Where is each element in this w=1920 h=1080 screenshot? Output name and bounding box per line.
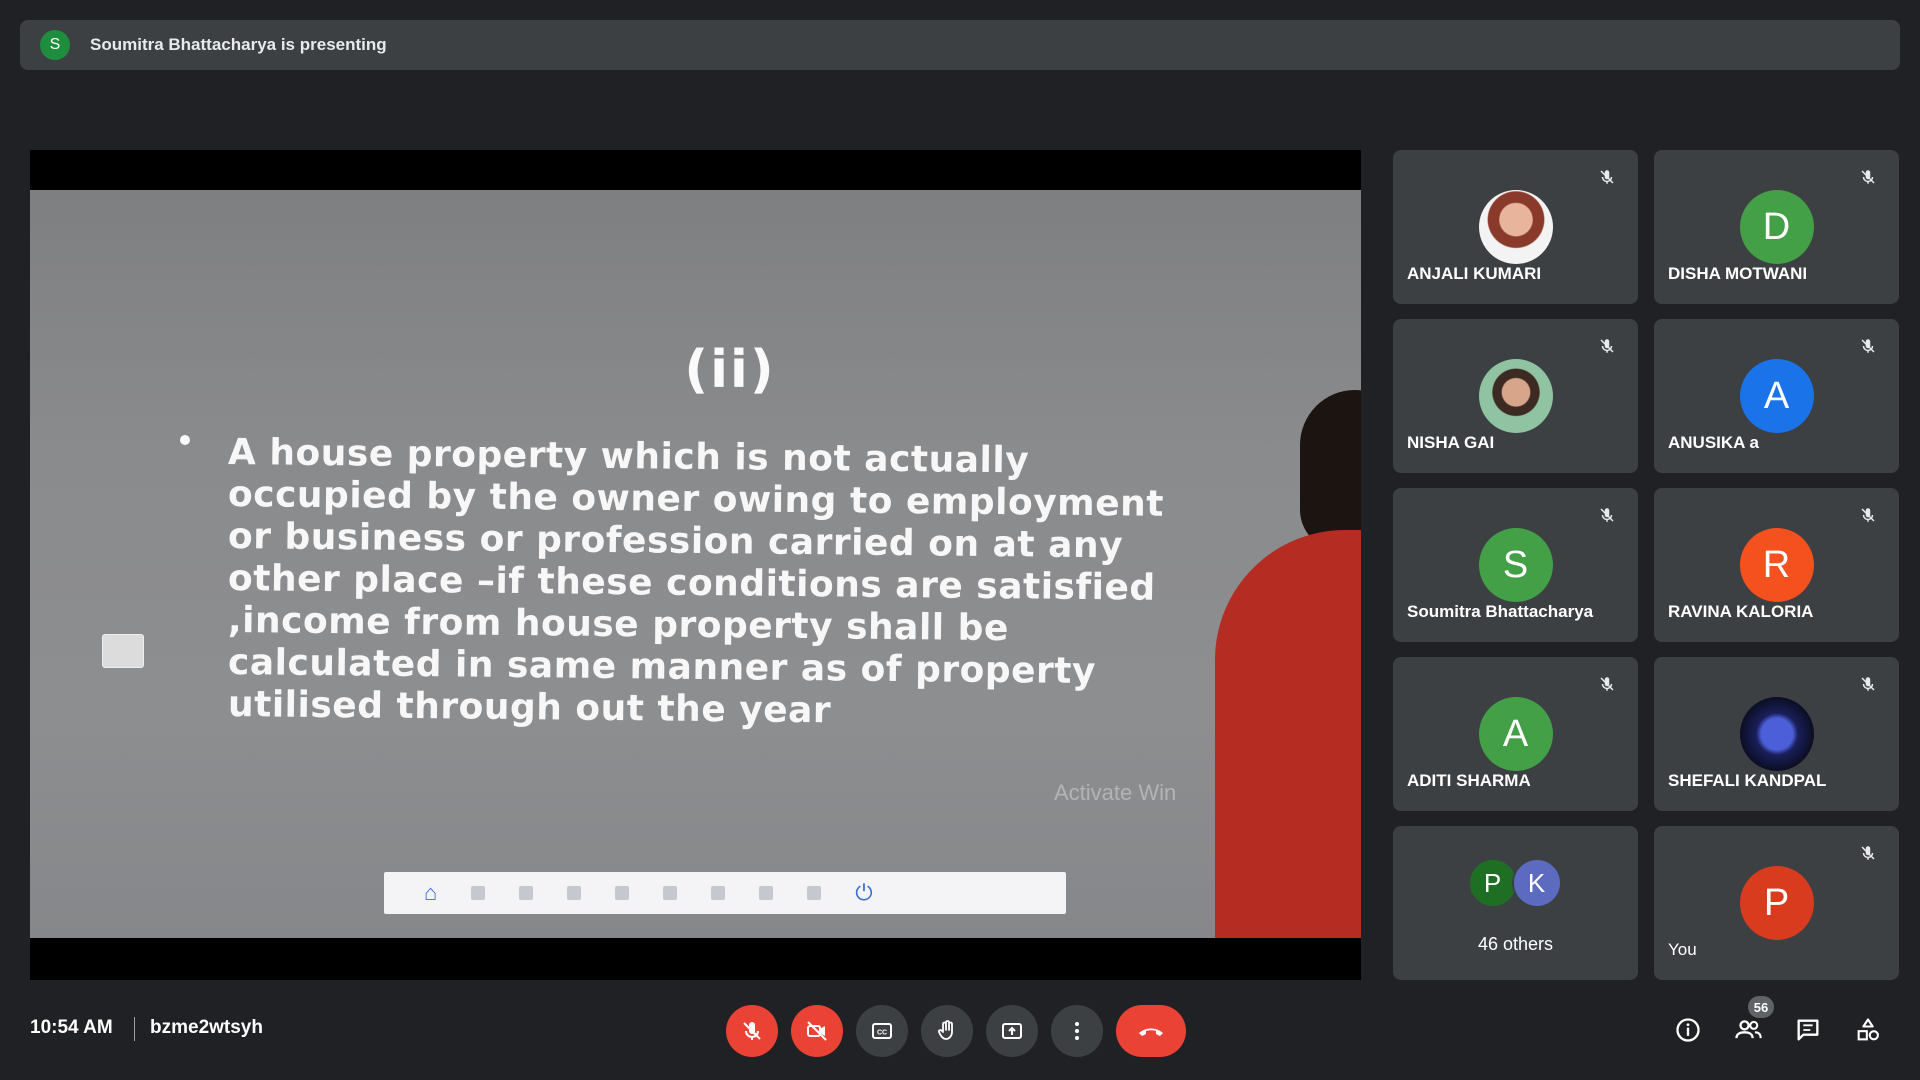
participant-avatar: A <box>1739 359 1814 433</box>
participant-name: RAVINA KALORIA <box>1668 602 1814 621</box>
participant-tile[interactable]: S Soumitra Bhattacharya <box>1393 488 1638 642</box>
toolbar-icon <box>759 886 774 900</box>
presenting-text: Soumitra Bhattacharya is presenting <box>90 35 387 54</box>
activities-button[interactable] <box>1852 1014 1884 1046</box>
captions-icon: CC <box>872 1023 892 1039</box>
mic-off-icon <box>1855 502 1881 528</box>
leave-call-button[interactable] <box>1116 1005 1186 1057</box>
presenter-figure <box>1215 390 1361 938</box>
others-count-label: 46 others <box>1477 934 1554 954</box>
participant-avatar <box>1739 697 1814 771</box>
participant-avatar: D <box>1739 190 1814 264</box>
pause-icon <box>663 886 678 900</box>
mic-off-icon <box>1594 671 1620 697</box>
self-name: You <box>1668 940 1697 959</box>
mic-off-icon <box>1855 333 1881 359</box>
mic-off-icon <box>1855 671 1881 697</box>
participant-tile[interactable]: NISHA GAI <box>1393 319 1638 473</box>
activation-watermark: Activate Win <box>1054 780 1177 805</box>
slide-text: A house property which is not actually o… <box>228 432 1164 731</box>
more-vert-icon <box>1075 1022 1079 1040</box>
participant-name: ANUSIKA a <box>1668 433 1759 452</box>
presenter-head <box>1300 390 1361 550</box>
home-icon: ⌂ <box>424 880 438 905</box>
toolbar-icon <box>519 886 534 900</box>
participant-tile[interactable]: A ADITI SHARMA <box>1393 657 1638 811</box>
slide-navigation-box <box>102 634 144 668</box>
divider <box>134 1017 135 1041</box>
toolbar-icon <box>807 886 822 900</box>
presenter-body <box>1215 530 1361 938</box>
slide-bullet <box>180 435 190 445</box>
present-icon <box>1002 1023 1022 1039</box>
activities-icon <box>1857 1018 1879 1041</box>
info-icon <box>1676 1018 1700 1042</box>
participant-name: DISHA MOTWANI <box>1668 264 1808 283</box>
power-icon: ⏻ <box>855 880 873 905</box>
others-avatar: P <box>1467 858 1518 908</box>
mic-off-icon <box>1855 840 1881 866</box>
more-options-button[interactable] <box>1051 1005 1103 1057</box>
people-icon <box>1735 1020 1762 1039</box>
participant-tile[interactable]: R RAVINA KALORIA <box>1654 488 1899 642</box>
participant-tile[interactable]: D DISHA MOTWANI <box>1654 150 1899 304</box>
participant-name: SHEFALI KANDPAL <box>1668 771 1827 790</box>
present-now-button[interactable] <box>986 1005 1038 1057</box>
presenter-avatar: S <box>40 30 70 60</box>
hang-up-icon <box>1139 1028 1163 1036</box>
people-count-badge: 56 <box>1748 996 1774 1018</box>
mic-off-icon <box>1594 164 1620 190</box>
participant-avatar <box>1478 359 1553 433</box>
participant-name: NISHA GAI <box>1407 433 1495 452</box>
bottom-control-bar: 10:54 AM bzme2wtsyh CC 56 <box>0 996 1920 1080</box>
slide-line: utilised through out the year <box>227 684 832 732</box>
meeting-code: bzme2wtsyh <box>150 1017 263 1038</box>
self-tile[interactable]: P You <box>1654 826 1899 980</box>
svg-text:CC: CC <box>877 1030 887 1037</box>
mic-toggle-button[interactable] <box>726 1005 778 1057</box>
participant-avatar: R <box>1739 528 1814 602</box>
others-avatars: P K <box>1467 858 1564 908</box>
toolbar-icon <box>567 886 582 900</box>
mic-off-icon <box>1855 164 1881 190</box>
participant-tile[interactable]: A ANUSIKA a <box>1654 319 1899 473</box>
toolbar-icon <box>471 886 486 900</box>
participant-avatar: A <box>1478 697 1553 771</box>
slide-heading: (ii) <box>684 340 776 400</box>
mic-off-icon <box>743 1022 761 1040</box>
presenting-banner: S Soumitra Bhattacharya is presenting <box>20 20 1900 70</box>
mic-off-icon <box>1594 333 1620 359</box>
chat-icon <box>1797 1019 1819 1041</box>
hand-icon <box>938 1020 953 1040</box>
others-avatar: K <box>1511 858 1562 908</box>
participant-avatar <box>1478 190 1553 264</box>
people-button[interactable] <box>1732 1014 1764 1046</box>
chat-button[interactable] <box>1792 1014 1824 1046</box>
toolbar-icon <box>615 886 630 900</box>
participant-avatar: S <box>1478 528 1553 602</box>
participant-name: ANJALI KUMARI <box>1407 264 1542 283</box>
mic-off-icon <box>1594 502 1620 528</box>
presentation-slide: (ii) A house property which is not actua… <box>30 190 1361 938</box>
participant-tile[interactable]: SHEFALI KANDPAL <box>1654 657 1899 811</box>
camera-off-icon <box>807 1021 827 1041</box>
captions-button[interactable]: CC <box>856 1005 908 1057</box>
slideshow-toolbar: ⌂ ⏻ <box>384 872 1066 914</box>
toolbar-icon <box>711 886 726 900</box>
camera-toggle-button[interactable] <box>791 1005 843 1057</box>
meeting-details-button[interactable] <box>1672 1014 1704 1046</box>
participant-name: ADITI SHARMA <box>1407 771 1531 790</box>
participant-name: Soumitra Bhattacharya <box>1407 602 1594 621</box>
participant-tile[interactable]: ANJALI KUMARI <box>1393 150 1638 304</box>
meeting-clock: 10:54 AM <box>30 1017 113 1038</box>
others-tile[interactable]: P K 46 others <box>1393 826 1638 980</box>
raise-hand-button[interactable] <box>921 1005 973 1057</box>
presentation-video[interactable]: (ii) A house property which is not actua… <box>30 150 1361 980</box>
self-avatar: P <box>1739 866 1814 940</box>
